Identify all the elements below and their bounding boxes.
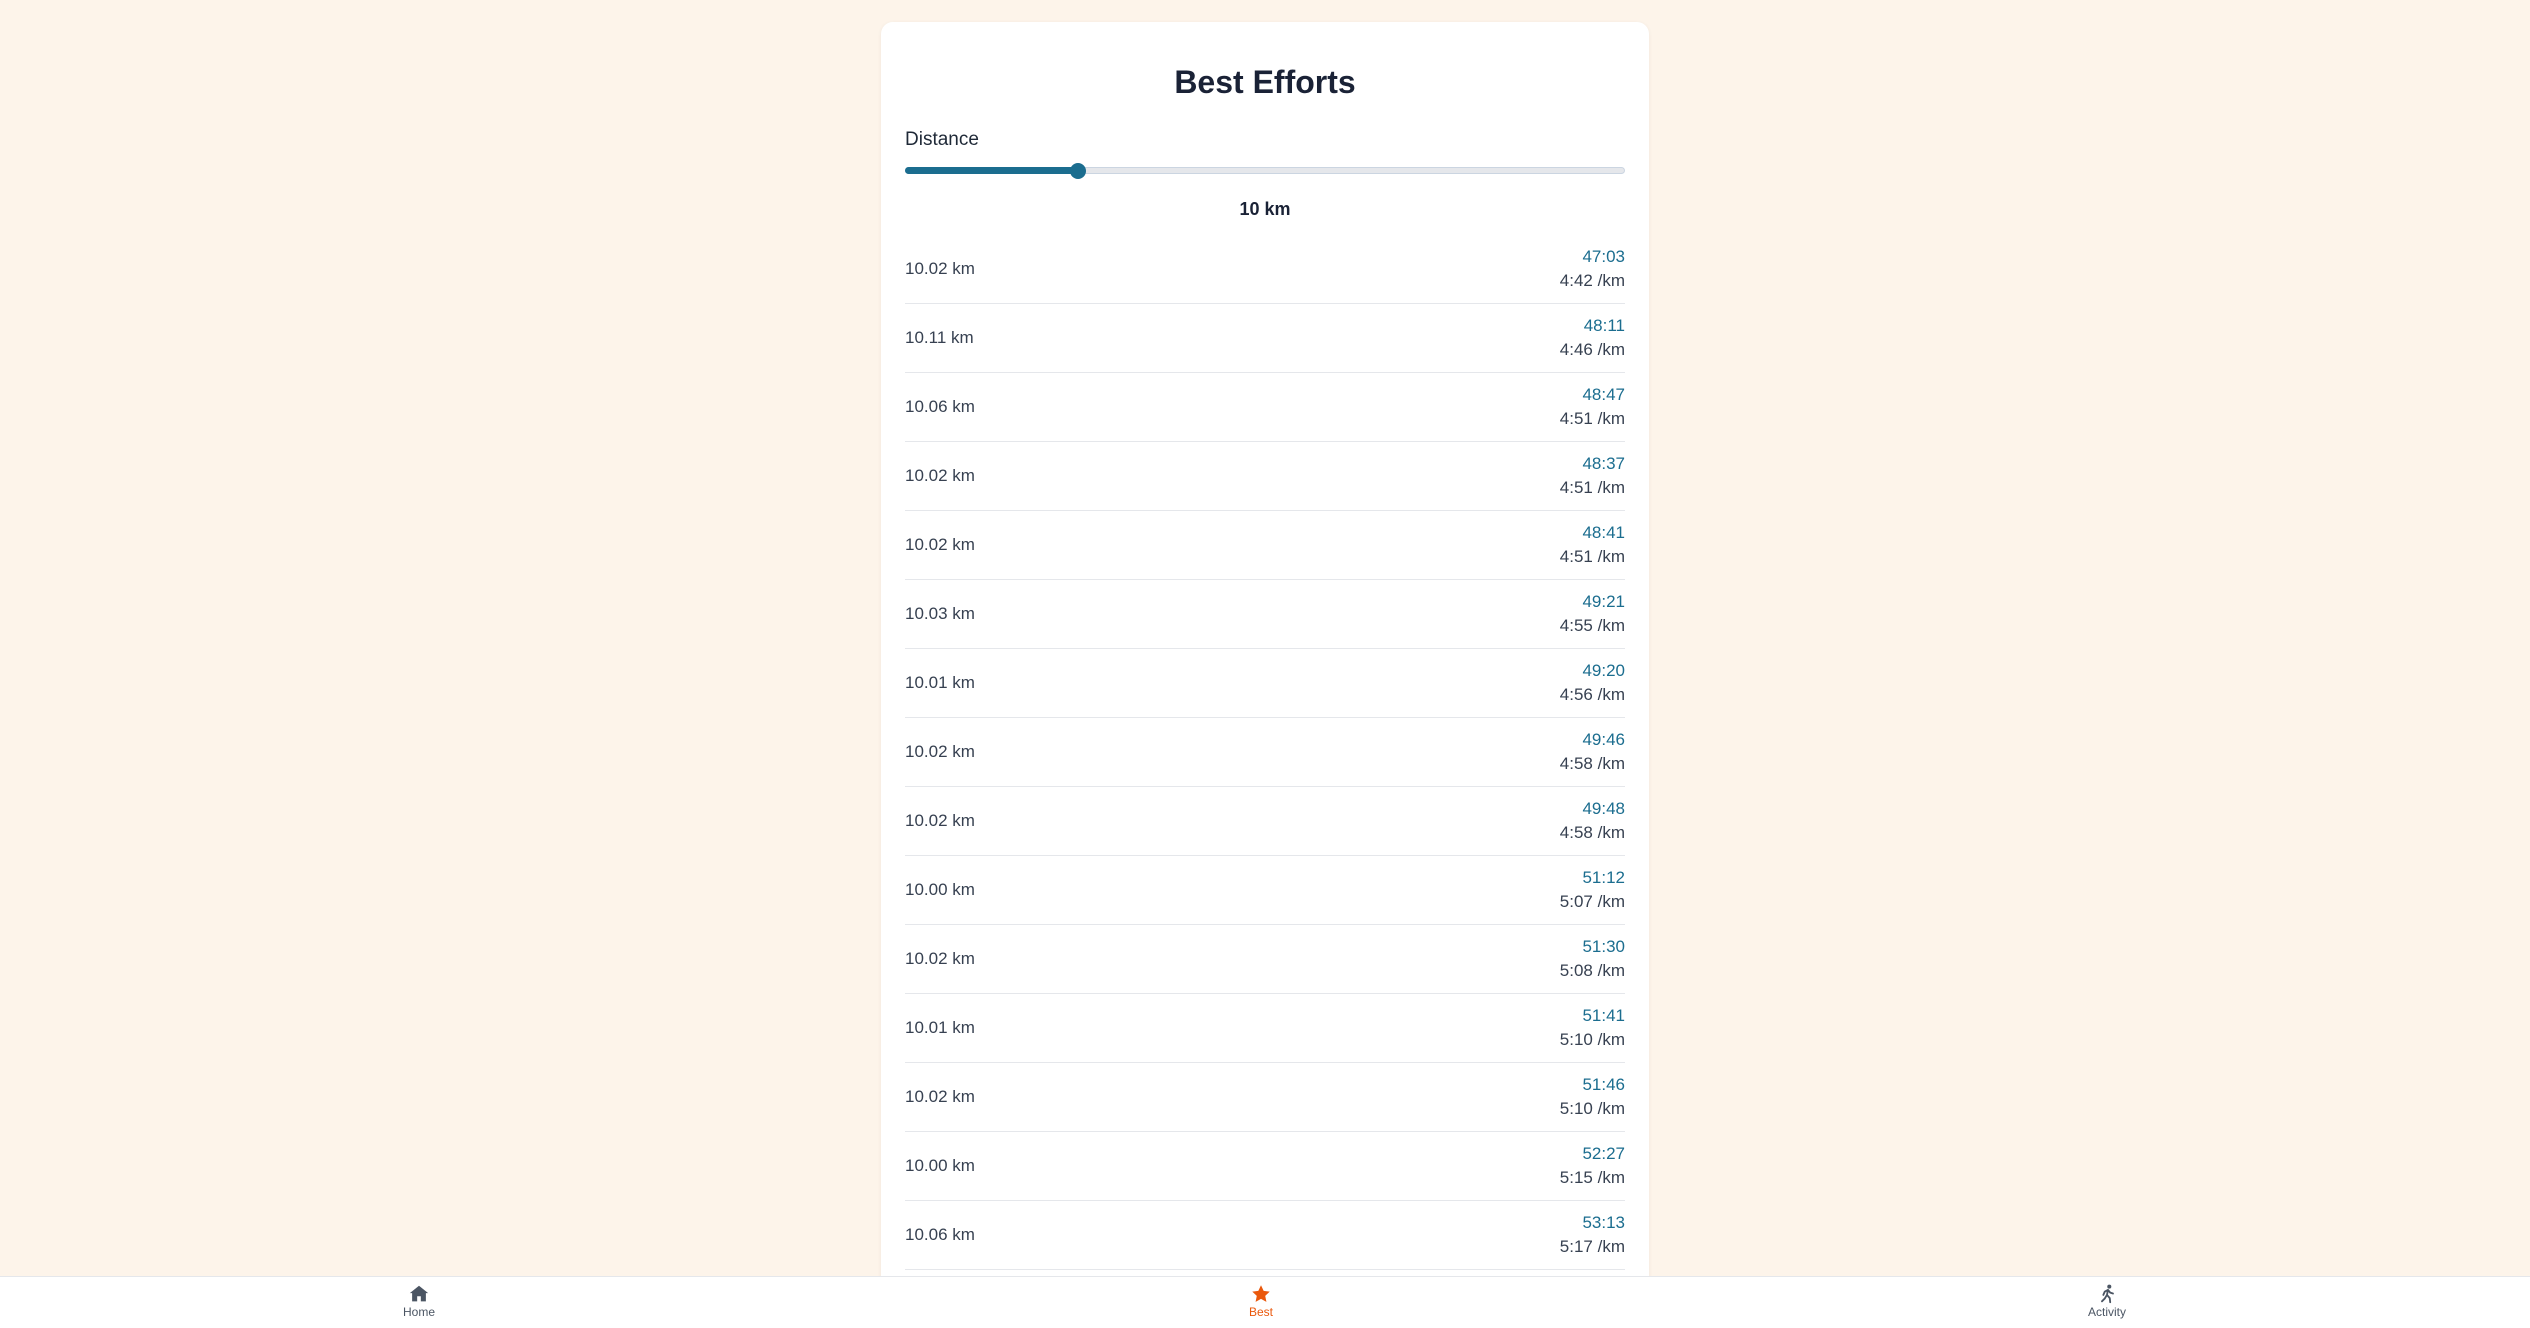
effort-pace: 4:51 /km — [1559, 409, 1625, 428]
effort-distance: 10.02 km — [905, 1087, 975, 1106]
effort-row[interactable]: 10.06 km 48:47 4:51 /km — [905, 373, 1625, 442]
effort-time: 51:12 — [1582, 868, 1625, 887]
nav-item-activity[interactable]: Activity — [2047, 1283, 2167, 1319]
effort-pace: 5:10 /km — [1559, 1099, 1625, 1118]
effort-row[interactable]: 10.03 km 49:21 4:55 /km — [905, 580, 1625, 649]
effort-time: 48:47 — [1582, 385, 1625, 404]
effort-pace: 4:58 /km — [1559, 823, 1625, 842]
effort-pace: 5:10 /km — [1559, 1030, 1625, 1049]
effort-row[interactable]: 10.00 km 51:12 5:07 /km — [905, 856, 1625, 925]
effort-distance: 10.00 km — [905, 1156, 975, 1175]
effort-row[interactable]: 10.02 km 48:41 4:51 /km — [905, 511, 1625, 580]
effort-time: 51:30 — [1582, 937, 1625, 956]
effort-distance: 10.01 km — [905, 673, 975, 692]
effort-pace: 5:08 /km — [1559, 961, 1625, 980]
star-icon — [1252, 1285, 1270, 1302]
effort-pace: 4:51 /km — [1559, 478, 1625, 497]
nav-label-home: Home — [402, 1305, 435, 1319]
effort-distance: 10.11 km — [905, 328, 974, 347]
effort-row[interactable]: 10.11 km 48:11 4:46 /km — [905, 304, 1625, 373]
effort-distance: 10.02 km — [905, 811, 975, 830]
effort-distance: 10.06 km — [905, 1225, 975, 1244]
effort-time: 53:13 — [1582, 1213, 1625, 1232]
effort-row[interactable]: 10.01 km 49:20 4:56 /km — [905, 649, 1625, 718]
effort-pace: 4:55 /km — [1559, 616, 1625, 635]
effort-row[interactable]: 10.06 km 53:13 5:17 /km — [905, 1201, 1625, 1270]
effort-time: 48:11 — [1583, 316, 1625, 335]
nav-item-best[interactable]: Best — [1201, 1283, 1321, 1319]
effort-time: 49:46 — [1582, 730, 1625, 749]
best-efforts-card: Best Efforts Distance 10 km 10.02 km 47:0… — [881, 22, 1649, 1327]
effort-time: 49:21 — [1582, 592, 1625, 611]
nav-item-home[interactable]: Home — [359, 1283, 479, 1319]
effort-time: 48:37 — [1582, 454, 1625, 473]
effort-row[interactable]: 10.02 km 49:46 4:58 /km — [905, 718, 1625, 787]
effort-row[interactable]: 10.02 km 47:03 4:42 /km — [905, 235, 1625, 304]
bottom-nav: Home Best Activity — [0, 1276, 2530, 1328]
selected-distance: 10 km — [1239, 199, 1291, 219]
effort-row[interactable]: 10.02 km 51:30 5:08 /km — [905, 925, 1625, 994]
effort-pace: 4:42 /km — [1559, 271, 1625, 290]
effort-pace: 4:56 /km — [1559, 685, 1625, 704]
effort-pace: 4:51 /km — [1559, 547, 1625, 566]
effort-distance: 10.06 km — [905, 397, 975, 416]
effort-distance: 10.02 km — [905, 949, 975, 968]
effort-time: 51:46 — [1582, 1075, 1625, 1094]
nav-label-best: Best — [1248, 1305, 1273, 1319]
effort-distance: 10.02 km — [905, 742, 975, 761]
effort-time: 51:41 — [1582, 1006, 1625, 1025]
effort-row[interactable]: 10.02 km 48:37 4:51 /km — [905, 442, 1625, 511]
effort-distance: 10.02 km — [905, 535, 975, 554]
effort-time: 49:48 — [1582, 799, 1625, 818]
effort-row[interactable]: 10.00 km 52:27 5:15 /km — [905, 1132, 1625, 1201]
effort-time: 47:03 — [1582, 247, 1625, 266]
distance-label: Distance — [905, 129, 979, 150]
effort-pace: 5:17 /km — [1559, 1237, 1625, 1256]
home-icon — [409, 1285, 429, 1302]
effort-row[interactable]: 10.02 km 49:48 4:58 /km — [905, 787, 1625, 856]
effort-pace: 4:46 /km — [1559, 340, 1625, 359]
slider-thumb[interactable] — [1069, 163, 1086, 179]
distance-slider[interactable] — [905, 163, 1625, 179]
effort-distance: 10.00 km — [905, 880, 975, 899]
effort-distance: 10.03 km — [905, 604, 975, 623]
effort-pace: 5:15 /km — [1559, 1168, 1625, 1187]
slider-fill — [905, 167, 1078, 174]
nav-label-activity: Activity — [2087, 1305, 2126, 1319]
effort-pace: 4:58 /km — [1559, 754, 1625, 773]
effort-time: 48:41 — [1582, 523, 1625, 542]
effort-distance: 10.02 km — [905, 259, 975, 278]
effort-time: 52:27 — [1582, 1144, 1625, 1163]
effort-pace: 5:07 /km — [1559, 892, 1625, 911]
runner-icon — [2101, 1284, 2114, 1304]
effort-row[interactable]: 10.01 km 51:41 5:10 /km — [905, 994, 1625, 1063]
effort-distance: 10.02 km — [905, 466, 975, 485]
effort-distance: 10.01 km — [905, 1018, 975, 1037]
page-title: Best Efforts — [1174, 64, 1356, 100]
effort-row[interactable]: 10.02 km 51:46 5:10 /km — [905, 1063, 1625, 1132]
effort-time: 49:20 — [1582, 661, 1625, 680]
effort-list: 10.02 km 47:03 4:42 /km 10.11 km 48:11 4:46 /… — [905, 235, 1625, 1327]
